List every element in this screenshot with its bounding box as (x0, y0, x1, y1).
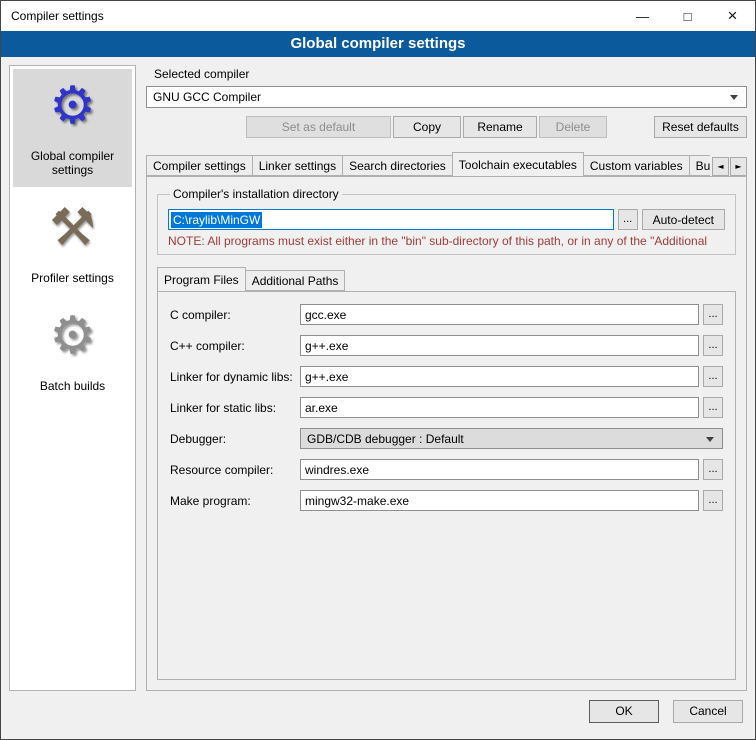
debugger-row: Debugger: GDB/CDB debugger : Default (170, 428, 723, 449)
sidebar-item-batch-builds[interactable]: ⚙ Batch builds (13, 299, 132, 403)
tab-scroll-buttons: ◄ ► (710, 157, 747, 176)
linker-static-row: Linker for static libs: ... (170, 397, 723, 418)
field-label: Resource compiler: (170, 463, 300, 477)
tabs-scroller: Compiler settings Linker settings Search… (146, 152, 710, 176)
field-label: Debugger: (170, 432, 300, 446)
selected-compiler-label: Selected compiler (154, 67, 747, 81)
linker-dynamic-input[interactable] (300, 366, 699, 387)
tab-linker-settings[interactable]: Linker settings (252, 155, 343, 176)
tab-search-directories[interactable]: Search directories (342, 155, 453, 176)
gear-blue-icon: ⚙ (15, 75, 130, 141)
make-program-browse-button[interactable]: ... (703, 490, 723, 511)
window-title: Compiler settings (1, 1, 620, 31)
sidebar-item-label: Batch builds (15, 379, 130, 393)
cpp-compiler-row: C++ compiler: ... (170, 335, 723, 356)
compiler-settings-dialog: Compiler settings — □ × Global compiler … (0, 0, 756, 740)
set-as-default-button: Set as default (246, 116, 391, 138)
minimize-button[interactable]: — (620, 1, 665, 31)
sidebar-item-label: Profiler settings (15, 271, 130, 285)
install-dir-browse-button[interactable]: ... (618, 209, 638, 230)
install-dir-input[interactable]: C:\raylib\MinGW (168, 209, 614, 230)
cancel-button[interactable]: Cancel (673, 700, 743, 723)
dialog-footer: OK Cancel (1, 695, 755, 739)
tab-additional-paths[interactable]: Additional Paths (245, 270, 346, 291)
tab-compiler-settings[interactable]: Compiler settings (146, 155, 253, 176)
chevron-down-icon (730, 95, 738, 100)
dialog-content: ⚙ Global compiler settings ⚒ Profiler se… (1, 57, 755, 695)
compiler-combobox-value: GNU GCC Compiler (153, 90, 261, 104)
toolchain-executables-panel: Compiler's installation directory C:\ray… (146, 176, 747, 691)
rename-button[interactable]: Rename (463, 116, 537, 138)
install-dir-row: C:\raylib\MinGW ... Auto-detect (168, 209, 725, 230)
compiler-actions: Set as default Copy Rename Delete Reset … (146, 116, 747, 138)
copy-button[interactable]: Copy (393, 116, 461, 138)
close-button[interactable]: × (710, 1, 755, 31)
cpp-compiler-input[interactable] (300, 335, 699, 356)
titlebar: Compiler settings — □ × (1, 1, 755, 31)
sidebar-item-label: Global compiler settings (15, 149, 130, 177)
reset-defaults-button[interactable]: Reset defaults (654, 116, 747, 138)
c-compiler-browse-button[interactable]: ... (703, 304, 723, 325)
field-label: Make program: (170, 494, 300, 508)
settings-sidebar: ⚙ Global compiler settings ⚒ Profiler se… (9, 65, 136, 691)
gear-gray-icon: ⚙ (15, 305, 130, 371)
tab-build-options-truncated[interactable]: Buil (689, 155, 710, 176)
tab-custom-variables[interactable]: Custom variables (583, 155, 690, 176)
tab-scroll-right-button[interactable]: ► (730, 157, 747, 176)
auto-detect-button[interactable]: Auto-detect (642, 209, 725, 230)
program-files-panel: C compiler: ... C++ compiler: ... Linker… (157, 291, 736, 680)
field-label: C++ compiler: (170, 339, 300, 353)
resource-compiler-row: Resource compiler: ... (170, 459, 723, 480)
resource-compiler-input[interactable] (300, 459, 699, 480)
main-panel: Selected compiler GNU GCC Compiler Set a… (146, 65, 747, 691)
c-compiler-row: C compiler: ... (170, 304, 723, 325)
chevron-down-icon (706, 437, 714, 442)
debugger-select-value: GDB/CDB debugger : Default (307, 432, 464, 446)
linker-static-browse-button[interactable]: ... (703, 397, 723, 418)
field-label: Linker for dynamic libs: (170, 370, 300, 384)
maximize-button[interactable]: □ (665, 1, 710, 31)
tab-toolchain-executables[interactable]: Toolchain executables (452, 152, 584, 176)
linker-static-input[interactable] (300, 397, 699, 418)
tab-scroll-left-button[interactable]: ◄ (712, 157, 729, 176)
note-text: NOTE: All programs must exist either in … (168, 234, 725, 248)
debugger-select[interactable]: GDB/CDB debugger : Default (300, 428, 723, 449)
compiler-combobox[interactable]: GNU GCC Compiler (146, 86, 747, 108)
sidebar-item-profiler-settings[interactable]: ⚒ Profiler settings (13, 191, 132, 295)
make-program-row: Make program: ... (170, 490, 723, 511)
field-label: C compiler: (170, 308, 300, 322)
program-tabstrip: Program Files Additional Paths (157, 267, 736, 291)
install-dir-groupbox: Compiler's installation directory C:\ray… (157, 187, 736, 255)
install-dir-legend: Compiler's installation directory (170, 187, 342, 201)
settings-tabstrip: Compiler settings Linker settings Search… (146, 152, 747, 176)
ok-button[interactable]: OK (589, 700, 659, 723)
hammer-tools-icon: ⚒ (15, 197, 130, 263)
c-compiler-input[interactable] (300, 304, 699, 325)
linker-dynamic-browse-button[interactable]: ... (703, 366, 723, 387)
program-tabs-scroller: Program Files Additional Paths (157, 267, 736, 291)
linker-dynamic-row: Linker for dynamic libs: ... (170, 366, 723, 387)
page-title: Global compiler settings (1, 31, 755, 57)
tab-program-files[interactable]: Program Files (157, 267, 246, 291)
delete-button: Delete (539, 116, 607, 138)
field-label: Linker for static libs: (170, 401, 300, 415)
install-dir-selected-text: C:\raylib\MinGW (171, 212, 262, 228)
make-program-input[interactable] (300, 490, 699, 511)
sidebar-item-global-compiler-settings[interactable]: ⚙ Global compiler settings (13, 69, 132, 187)
cpp-compiler-browse-button[interactable]: ... (703, 335, 723, 356)
resource-compiler-browse-button[interactable]: ... (703, 459, 723, 480)
